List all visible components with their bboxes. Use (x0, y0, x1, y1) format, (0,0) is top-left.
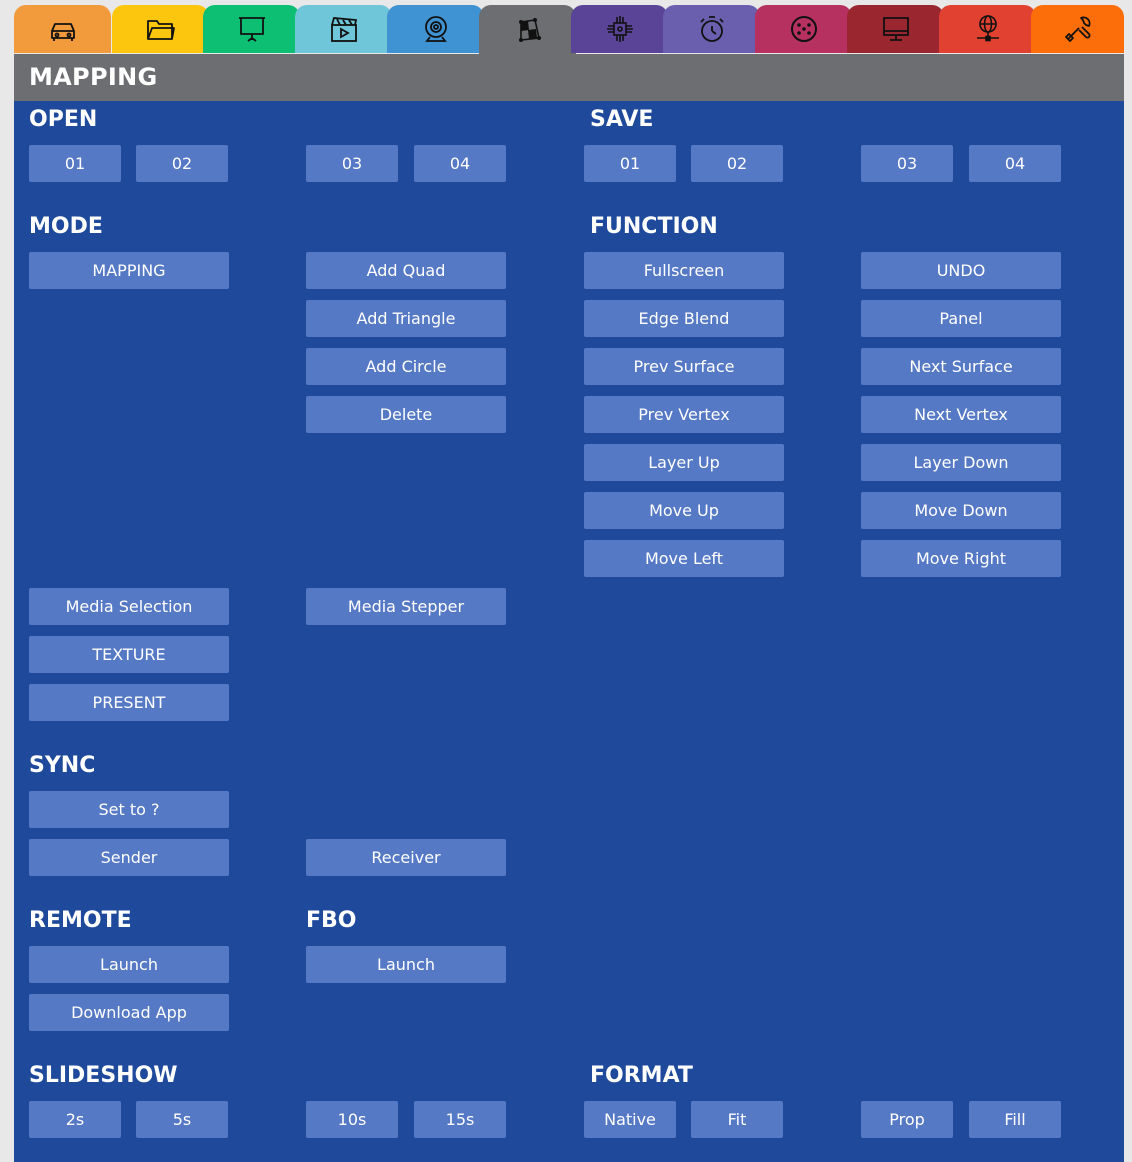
fbo-launch-button[interactable]: Launch (306, 946, 506, 983)
webcam-icon (424, 16, 447, 42)
media-selection-button[interactable]: Media Selection (29, 588, 229, 625)
slideshow-15s-button[interactable]: 15s (414, 1101, 506, 1138)
car-icon (50, 23, 75, 41)
add-quad-button[interactable]: Add Quad (306, 252, 506, 289)
download-app-button[interactable]: Download App (29, 994, 229, 1031)
mapping-mode-button[interactable]: MAPPING (29, 252, 229, 289)
section-function-title: FUNCTION (590, 214, 718, 239)
network-globe-icon (976, 15, 999, 42)
present-button[interactable]: PRESENT (29, 684, 229, 721)
open-02-button[interactable]: 02 (136, 145, 228, 182)
tools-icon (1064, 16, 1090, 42)
dmx-connector-icon (790, 16, 817, 42)
format-fill-button[interactable]: Fill (969, 1101, 1061, 1138)
move-left-button[interactable]: Move Left (584, 540, 784, 577)
tab-monitor[interactable] (847, 5, 944, 53)
tab-chip[interactable] (571, 5, 668, 53)
media-stepper-button[interactable]: Media Stepper (306, 588, 506, 625)
slideshow-5s-button[interactable]: 5s (136, 1101, 228, 1138)
layer-up-button[interactable]: Layer Up (584, 444, 784, 481)
sync-sender-button[interactable]: Sender (29, 839, 229, 876)
fullscreen-button[interactable]: Fullscreen (584, 252, 784, 289)
tab-video[interactable] (295, 5, 392, 53)
add-circle-button[interactable]: Add Circle (306, 348, 506, 385)
tab-dmx[interactable] (755, 5, 852, 53)
chip-icon (606, 16, 633, 42)
tab-camera[interactable] (387, 5, 484, 53)
section-save-title: SAVE (590, 107, 654, 132)
save-03-button[interactable]: 03 (861, 145, 953, 182)
undo-button[interactable]: UNDO (861, 252, 1061, 289)
format-native-button[interactable]: Native (584, 1101, 676, 1138)
timer-icon (699, 16, 724, 42)
clapperboard-icon (330, 17, 357, 42)
move-up-button[interactable]: Move Up (584, 492, 784, 529)
prev-vertex-button[interactable]: Prev Vertex (584, 396, 784, 433)
save-04-button[interactable]: 04 (969, 145, 1061, 182)
monitor-icon (882, 17, 909, 41)
tab-folder[interactable] (112, 5, 209, 53)
sync-receiver-button[interactable]: Receiver (306, 839, 506, 876)
texture-button[interactable]: TEXTURE (29, 636, 229, 673)
add-triangle-button[interactable]: Add Triangle (306, 300, 506, 337)
section-slideshow-title: SLIDESHOW (29, 1063, 178, 1088)
tab-settings[interactable] (1031, 5, 1124, 53)
projector-screen-icon (238, 17, 265, 42)
open-03-button[interactable]: 03 (306, 145, 398, 182)
section-remote-title: REMOTE (29, 908, 132, 933)
sync-set-to-button[interactable]: Set to ? (29, 791, 229, 828)
tab-car[interactable] (14, 5, 111, 53)
move-right-button[interactable]: Move Right (861, 540, 1061, 577)
prev-surface-button[interactable]: Prev Surface (584, 348, 784, 385)
section-format-title: FORMAT (590, 1063, 693, 1088)
section-open-title: OPEN (29, 107, 98, 132)
edge-blend-button[interactable]: Edge Blend (584, 300, 784, 337)
open-01-button[interactable]: 01 (29, 145, 121, 182)
layer-down-button[interactable]: Layer Down (861, 444, 1061, 481)
mapping-icon (518, 18, 541, 42)
next-surface-button[interactable]: Next Surface (861, 348, 1061, 385)
tab-projector[interactable] (203, 5, 300, 53)
section-sync-title: SYNC (29, 753, 96, 778)
move-down-button[interactable]: Move Down (861, 492, 1061, 529)
section-mode-title: MODE (29, 214, 103, 239)
tab-network[interactable] (939, 5, 1036, 53)
format-fit-button[interactable]: Fit (691, 1101, 783, 1138)
tab-mapping[interactable] (479, 5, 576, 55)
format-prop-button[interactable]: Prop (861, 1101, 953, 1138)
slideshow-10s-button[interactable]: 10s (306, 1101, 398, 1138)
open-04-button[interactable]: 04 (414, 145, 506, 182)
tab-timer[interactable] (663, 5, 760, 53)
folder-icon (146, 20, 175, 40)
save-02-button[interactable]: 02 (691, 145, 783, 182)
delete-button[interactable]: Delete (306, 396, 506, 433)
page-title: MAPPING (14, 54, 1124, 101)
remote-launch-button[interactable]: Launch (29, 946, 229, 983)
tab-bar (14, 0, 1124, 55)
slideshow-2s-button[interactable]: 2s (29, 1101, 121, 1138)
next-vertex-button[interactable]: Next Vertex (861, 396, 1061, 433)
save-01-button[interactable]: 01 (584, 145, 676, 182)
mapping-panel: MAPPING OPEN SAVE 01 02 03 04 01 02 03 0… (14, 54, 1124, 1162)
panel-button[interactable]: Panel (861, 300, 1061, 337)
section-fbo-title: FBO (306, 908, 357, 933)
